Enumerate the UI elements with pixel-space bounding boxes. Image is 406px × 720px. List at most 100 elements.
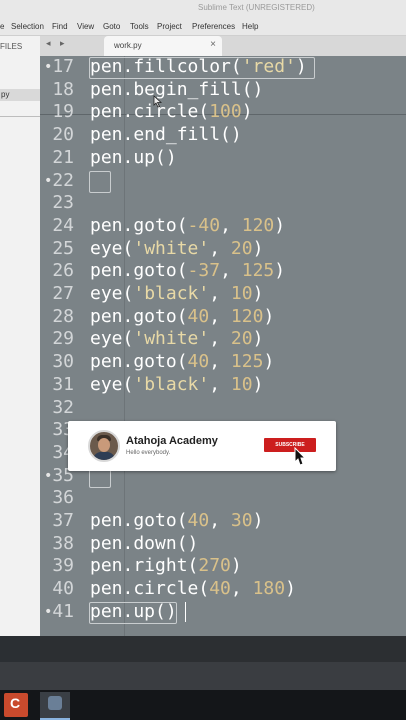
menu-goto[interactable]: Goto	[103, 22, 120, 31]
code-line[interactable]: 26 pen.goto(-37, 125)	[40, 260, 406, 282]
line-number: 20	[52, 124, 74, 146]
avatar-face	[98, 438, 110, 452]
code-text: pen.up()	[90, 146, 177, 168]
code-text: pen.circle(40, 180)	[90, 578, 296, 600]
line-number: 18	[52, 78, 74, 100]
tab-bar: ◂ ▸ work.py ×	[40, 36, 406, 56]
menu-edit[interactable]: e	[0, 22, 4, 31]
window-title: Sublime Text (UNREGISTERED)	[198, 3, 315, 12]
avatar	[88, 430, 120, 462]
code-text: pen.circle(100)	[90, 101, 253, 123]
sidebar: FILES py	[0, 36, 40, 636]
menu-view[interactable]: View	[77, 22, 94, 31]
taskbar-app-letter: C	[10, 695, 21, 711]
line-number: 24	[52, 214, 74, 236]
cursor-highlight	[89, 601, 177, 624]
code-line[interactable]: 21 pen.up()	[40, 147, 406, 169]
line-number: 37	[52, 510, 74, 531]
code-line[interactable]: 23	[40, 192, 406, 214]
taskbar: C	[0, 690, 406, 720]
sidebar-file-item[interactable]: py	[0, 89, 40, 101]
code-text: pen.right(270)	[90, 555, 242, 577]
code-line[interactable]: 20 pen.end_fill()	[40, 124, 406, 146]
code-editor[interactable]: • 17 pen.fillcolor('red') 18 pen.begin_fill(…	[40, 56, 406, 636]
code-line[interactable]: 18 pen.begin_fill()	[40, 79, 406, 101]
menu-bar: e Selection Find View Goto Tools Project…	[0, 19, 406, 36]
channel-name: Atahoja Academy	[126, 435, 218, 447]
line-number: 28	[52, 305, 74, 327]
line-number: 36	[52, 487, 74, 509]
code-text: eye('white', 20)	[90, 328, 264, 350]
menu-project[interactable]: Project	[157, 22, 182, 31]
title-bar: Sublime Text (UNREGISTERED)	[0, 0, 406, 19]
code-line[interactable]: 36	[40, 487, 406, 509]
code-line[interactable]: 24 pen.goto(-40, 120)	[40, 215, 406, 237]
code-line[interactable]: 37 pen.goto(40, 30)	[40, 510, 406, 532]
code-text: pen.goto(-37, 125)	[90, 260, 286, 282]
code-line[interactable]: 39 pen.right(270)	[40, 555, 406, 577]
line-number: 19	[52, 101, 74, 123]
line-number: 29	[52, 328, 74, 350]
code-line[interactable]: 30 pen.goto(40, 125)	[40, 351, 406, 373]
code-text: pen.end_fill()	[90, 124, 242, 146]
status-bar	[0, 662, 406, 690]
text-cursor	[185, 601, 186, 622]
tab-work-py[interactable]: work.py ×	[104, 36, 222, 56]
code-line[interactable]: 40 pen.circle(40, 180)	[40, 578, 406, 600]
tab-scroll-right-icon[interactable]: ▸	[60, 38, 65, 49]
line-number: 27	[52, 283, 74, 304]
line-number: 25	[52, 237, 74, 259]
line-number: 38	[52, 532, 74, 554]
line-number: 40	[52, 578, 74, 600]
mouse-cursor-icon	[153, 95, 163, 108]
code-text: pen.begin_fill()	[90, 78, 264, 100]
taskbar-app-icon[interactable]: C	[4, 693, 28, 717]
taskbar-sublime-glyph	[48, 696, 62, 710]
code-text: pen.goto(40, 120)	[90, 305, 275, 327]
mouse-pointer-icon	[294, 447, 307, 466]
menu-help[interactable]: Help	[242, 22, 258, 31]
sidebar-divider	[0, 116, 40, 117]
code-line[interactable]: 25 eye('white', 20)	[40, 238, 406, 260]
line-number: 17	[52, 56, 74, 77]
tab-label: work.py	[114, 41, 142, 50]
code-text: pen.goto(40, 30)	[90, 510, 264, 531]
line-number: 26	[52, 260, 74, 282]
menu-selection[interactable]: Selection	[11, 22, 44, 31]
code-line[interactable]: 31 eye('black', 10)	[40, 374, 406, 396]
code-text: pen.goto(-40, 120)	[90, 214, 286, 236]
cursor-highlight	[89, 57, 315, 79]
subscribe-banner: Atahoja Academy Hello everybody. SUBSCRI…	[68, 421, 336, 471]
line-number: 23	[52, 192, 74, 214]
code-text: eye('black', 10)	[90, 283, 264, 304]
code-line[interactable]: 28 pen.goto(40, 120)	[40, 306, 406, 328]
output-panel	[40, 636, 406, 662]
channel-tagline: Hello everybody.	[126, 450, 171, 456]
menu-tools[interactable]: Tools	[130, 22, 149, 31]
menu-preferences[interactable]: Preferences	[192, 22, 235, 31]
line-number: 30	[52, 351, 74, 373]
taskbar-sublime-icon[interactable]	[40, 692, 70, 720]
sidebar-header: FILES	[0, 42, 23, 51]
sidebar-file-label: py	[1, 90, 10, 99]
tab-close-icon[interactable]: ×	[210, 39, 216, 50]
code-line[interactable]: 19 pen.circle(100)	[40, 101, 406, 123]
code-line[interactable]: 29 eye('white', 20)	[40, 328, 406, 350]
code-text: eye('white', 20)	[90, 237, 264, 259]
line-number: 41	[52, 600, 74, 622]
code-line[interactable]: 38 pen.down()	[40, 533, 406, 555]
code-line[interactable]: 32	[40, 397, 406, 419]
menu-find[interactable]: Find	[52, 22, 68, 31]
subscribe-button[interactable]: SUBSCRIBE	[264, 438, 316, 452]
code-text: pen.down()	[90, 532, 199, 554]
line-number: 31	[52, 373, 74, 395]
code-text: eye('black', 10)	[90, 373, 264, 395]
line-number: 21	[52, 146, 74, 168]
code-line[interactable]: 27 eye('black', 10)	[40, 283, 406, 305]
line-number: 22	[52, 169, 74, 191]
tab-scroll-left-icon[interactable]: ◂	[46, 38, 51, 49]
cursor-highlight	[89, 170, 111, 193]
line-number: 32	[52, 396, 74, 418]
code-text: pen.goto(40, 125)	[90, 351, 275, 373]
line-number: 39	[52, 555, 74, 577]
